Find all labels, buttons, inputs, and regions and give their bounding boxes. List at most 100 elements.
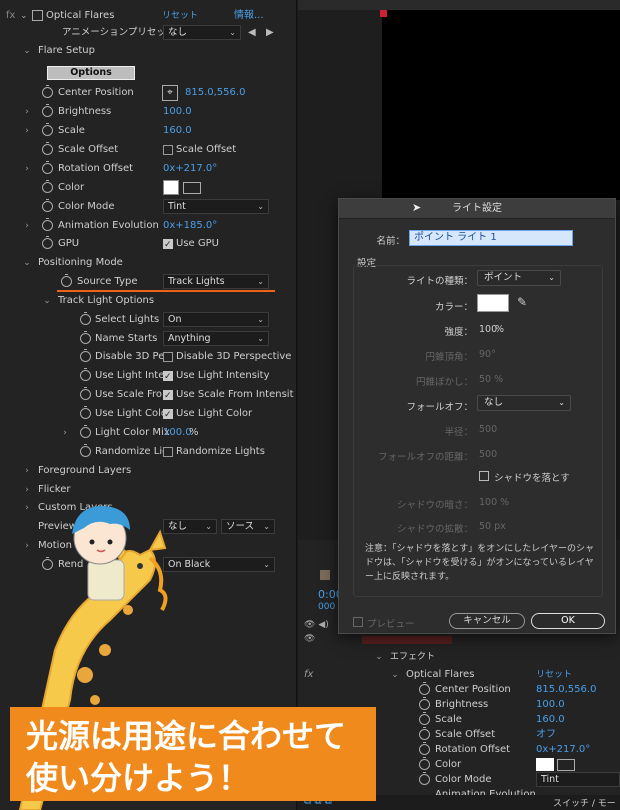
- dialog-color-label: カラー：: [434, 302, 473, 313]
- stopwatch-icon[interactable]: [80, 444, 91, 457]
- light-type-dropdown[interactable]: ポイント ⌄: [477, 270, 561, 286]
- gpu-row: GPU Use GPU: [0, 235, 296, 254]
- stopwatch-icon[interactable]: [42, 236, 53, 249]
- use-color-label: Use Light Colo: [95, 408, 167, 419]
- dialog-color-swatch[interactable]: [477, 294, 509, 312]
- tl-color-mode-dropdown[interactable]: Tint: [536, 772, 620, 787]
- chevron-right-icon[interactable]: ›: [22, 103, 32, 121]
- stopwatch-icon[interactable]: [42, 85, 53, 98]
- brightness-value[interactable]: 100.0: [163, 103, 192, 121]
- scale-offset-label: Scale Offset: [58, 144, 119, 155]
- use-intensity-checkbox[interactable]: [163, 368, 173, 386]
- eyedropper-icon[interactable]: [557, 759, 575, 771]
- chevron-down-icon[interactable]: ⌄: [22, 42, 32, 60]
- select-lights-dropdown[interactable]: On ⌄: [163, 312, 269, 327]
- scale-offset-checkbox[interactable]: [163, 145, 173, 155]
- color-mode-value: Tint: [168, 201, 186, 212]
- group-flicker-label: Flicker: [38, 484, 71, 495]
- eyedropper-icon[interactable]: ✎: [517, 295, 527, 309]
- falloff-dropdown[interactable]: なし ⌄: [477, 395, 571, 411]
- source-type-row: Source Type Track Lights ⌄: [0, 273, 296, 291]
- stopwatch-icon[interactable]: [80, 331, 91, 344]
- effect-header-row[interactable]: fx ⌄ Optical Flares リセット 情報...: [0, 7, 296, 25]
- cancel-button[interactable]: キャンセル: [449, 613, 525, 629]
- light-color-mix-value[interactable]: 100.0: [163, 424, 192, 442]
- crosshair-icon[interactable]: ⌖: [162, 85, 178, 101]
- layer-visibility-icon[interactable]: 👁: [304, 634, 315, 644]
- stopwatch-icon[interactable]: [61, 274, 72, 287]
- rotation-offset-label: Rotation Offset: [58, 163, 134, 174]
- randomize-checkbox[interactable]: [163, 447, 173, 457]
- stopwatch-icon[interactable]: [419, 697, 430, 710]
- disable-3d-row: Disable 3D Per Disable 3D Perspective: [0, 348, 296, 366]
- stopwatch-icon[interactable]: [80, 387, 91, 400]
- stopwatch-icon[interactable]: [80, 406, 91, 419]
- animation-evolution-value[interactable]: 0x+185.0°: [163, 217, 217, 235]
- layer-bar[interactable]: [362, 636, 452, 644]
- chevron-right-icon[interactable]: ›: [22, 217, 32, 235]
- preview-checkbox[interactable]: [353, 617, 363, 627]
- name-starts-dropdown[interactable]: Anything ⌄: [163, 331, 269, 346]
- stopwatch-icon[interactable]: [80, 349, 91, 362]
- disable-3d-checkbox[interactable]: [163, 352, 173, 362]
- preset-dropdown-value: なし: [168, 27, 188, 38]
- center-position-value[interactable]: 815.0,556.0: [185, 84, 245, 102]
- group-foreground-label: Foreground Layers: [38, 465, 132, 476]
- stopwatch-icon[interactable]: [419, 727, 430, 740]
- stopwatch-icon[interactable]: [80, 425, 91, 438]
- stopwatch-icon[interactable]: [419, 742, 430, 755]
- chevron-right-icon[interactable]: ›: [22, 122, 32, 140]
- stopwatch-icon[interactable]: [42, 104, 53, 117]
- stopwatch-icon[interactable]: [419, 712, 430, 725]
- eyedropper-icon[interactable]: [183, 182, 201, 194]
- caption-banner: 光源は用途に合わせて 使い分けよう！: [10, 707, 376, 801]
- chevron-down-icon[interactable]: ⌄: [20, 7, 28, 25]
- chevron-right-icon[interactable]: ›: [22, 481, 32, 499]
- next-preset-icon[interactable]: ▶: [266, 24, 274, 42]
- preset-dropdown[interactable]: なし ⌄: [163, 25, 241, 40]
- stopwatch-icon[interactable]: [419, 772, 430, 785]
- stopwatch-icon[interactable]: [42, 161, 53, 174]
- tl-color-swatch[interactable]: [536, 758, 554, 771]
- name-label: 名前：: [376, 236, 405, 247]
- source-type-dropdown[interactable]: Track Lights ⌄: [163, 274, 269, 289]
- cast-shadows-checkbox[interactable]: [479, 471, 489, 481]
- chevron-right-icon[interactable]: ›: [60, 424, 70, 442]
- use-gpu-checkbox[interactable]: [163, 236, 173, 254]
- stopwatch-icon[interactable]: [419, 682, 430, 695]
- stopwatch-icon[interactable]: [42, 199, 53, 212]
- stopwatch-icon[interactable]: [42, 180, 53, 193]
- light-name-input[interactable]: ポイント ライト 1: [409, 230, 573, 246]
- chevron-right-icon[interactable]: ›: [22, 160, 32, 178]
- stopwatch-icon[interactable]: [42, 123, 53, 136]
- prev-preset-icon[interactable]: ◀: [248, 24, 256, 42]
- eye-icon[interactable]: 👁 ◀): [304, 620, 340, 630]
- scale-value[interactable]: 160.0: [163, 122, 192, 140]
- composition-canvas[interactable]: [382, 10, 620, 200]
- color-swatch[interactable]: [163, 180, 179, 195]
- options-button[interactable]: Options: [47, 66, 135, 80]
- use-color-checkbox[interactable]: [163, 406, 173, 424]
- effect-fx-label[interactable]: fx: [6, 7, 15, 25]
- chevron-down-icon[interactable]: ⌄: [374, 648, 384, 666]
- tl-effects-group[interactable]: ⌄ エフェクト: [298, 648, 620, 666]
- use-scale-label: Use Scale Fro: [95, 389, 162, 400]
- rotation-offset-value[interactable]: 0x+217.0°: [163, 160, 217, 178]
- scale-row: › Scale 160.0: [0, 122, 296, 140]
- stopwatch-icon[interactable]: [42, 218, 53, 231]
- chevron-down-icon[interactable]: ⌄: [42, 292, 52, 310]
- chevron-right-icon[interactable]: ›: [22, 462, 32, 480]
- stopwatch-icon[interactable]: [80, 312, 91, 325]
- stopwatch-icon[interactable]: [42, 142, 53, 155]
- stopwatch-icon[interactable]: [80, 368, 91, 381]
- effect-info-link[interactable]: 情報...: [234, 7, 264, 25]
- use-scale-checkbox[interactable]: [163, 387, 173, 405]
- stopwatch-icon[interactable]: [419, 757, 430, 770]
- color-mode-dropdown[interactable]: Tint ⌄: [163, 199, 269, 214]
- chevron-down-icon[interactable]: ⌄: [22, 254, 32, 272]
- switch-mode-toggle[interactable]: スイッチ / モード: [553, 796, 620, 810]
- ok-button[interactable]: OK: [531, 613, 605, 629]
- use-color-checkbox-label: Use Light Color: [176, 408, 253, 419]
- cone-feather-value: 50 %: [479, 374, 504, 385]
- effect-reset-link[interactable]: リセット: [162, 7, 198, 25]
